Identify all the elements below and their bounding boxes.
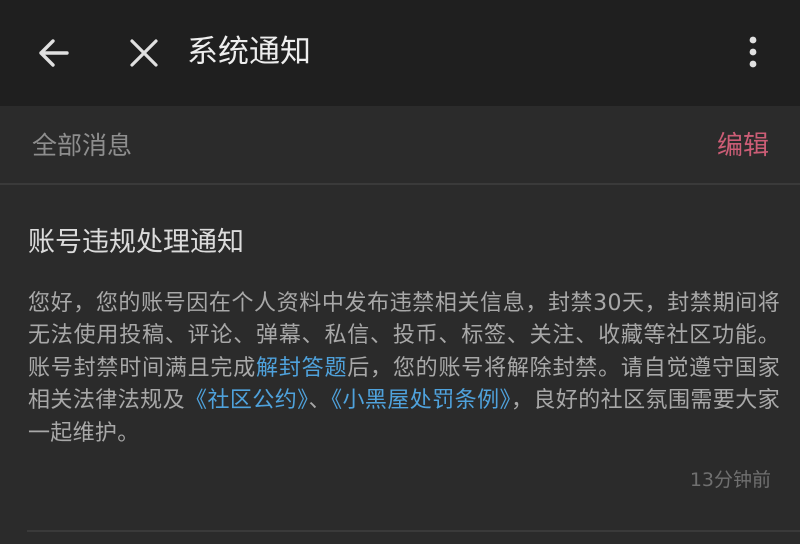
- unban-quiz-link[interactable]: 解封答题: [256, 356, 347, 381]
- notification-title: 账号违规处理通知: [28, 227, 244, 258]
- message-filter-bar: 全部消息 编辑: [0, 106, 800, 185]
- page-title: 系统通知: [187, 34, 311, 70]
- body-text-part3: 、: [308, 388, 332, 414]
- community-convention-link[interactable]: 《社区公约》: [185, 388, 309, 413]
- arrow-left-icon: [39, 39, 69, 67]
- divider: [27, 530, 800, 532]
- top-app-bar: 系统通知: [0, 0, 800, 106]
- close-icon: [130, 39, 158, 67]
- all-messages-filter[interactable]: 全部消息: [32, 130, 132, 162]
- close-button[interactable]: [117, 26, 171, 80]
- back-button[interactable]: [27, 26, 81, 80]
- penalty-rules-link[interactable]: 《小黑屋处罚条例》: [331, 388, 511, 413]
- notification-body: 您好，您的账号因在个人资料中发布违禁相关信息，封禁30天，封禁期间将无法使用投稿…: [28, 288, 780, 450]
- more-options-button[interactable]: [726, 26, 780, 80]
- notification-card: 账号违规处理通知 您好，您的账号因在个人资料中发布违禁相关信息，封禁30天，封禁…: [0, 185, 800, 544]
- edit-button[interactable]: 编辑: [717, 129, 769, 163]
- more-vertical-icon: [749, 36, 757, 68]
- notification-timestamp: 13分钟前: [689, 469, 771, 491]
